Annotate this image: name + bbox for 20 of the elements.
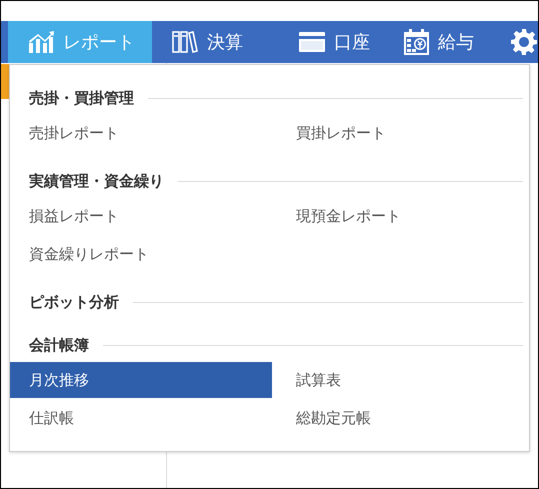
menu-item[interactable]: 仕訳帳 [10,400,272,436]
binders-icon [172,31,198,53]
menu-item[interactable]: 買掛レポート [272,115,529,151]
nav-tab[interactable]: 決算 [152,21,279,63]
card-icon [299,32,325,52]
menu-item[interactable]: 現預金レポート [272,198,529,234]
section-heading: 売掛・買掛管理 [29,88,134,108]
nav-tab[interactable]: 口座 [279,21,384,63]
section-heading: 実績管理・資金繰り [29,172,164,190]
chart-icon [28,31,54,53]
section-heading: 会計帳簿 [29,336,89,354]
calendar-icon [404,29,429,55]
menu-item[interactable]: 総勘定元帳 [272,400,529,436]
menu-item[interactable]: 試算表 [272,362,529,398]
menu-item[interactable]: 月次推移 [10,362,272,398]
menu-item[interactable]: 資金繰りレポート [10,236,272,272]
section-heading: ピボット分析 [29,292,119,312]
nav-tab[interactable]: 給与 [384,21,491,63]
menu-item[interactable]: 売掛レポート [10,115,272,151]
menu-item[interactable]: 損益レポート [10,198,272,234]
